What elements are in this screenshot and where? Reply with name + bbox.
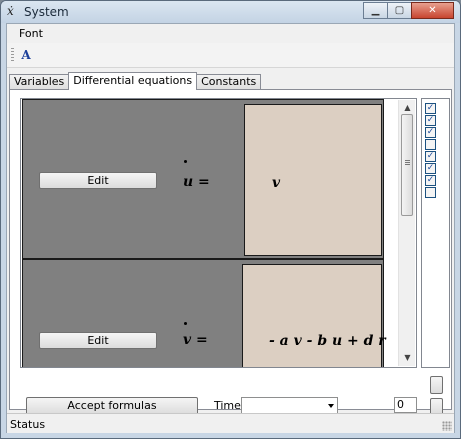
title-bar[interactable]: ẋ System ▁ ▢ ✕ bbox=[1, 1, 460, 23]
time-label: Time bbox=[214, 399, 241, 412]
maximize-button[interactable]: ▢ bbox=[387, 2, 412, 19]
equation-block: Edit v = - a v - b u + d r bbox=[22, 259, 386, 367]
equation-lhs: v = bbox=[183, 332, 208, 348]
tab-constants[interactable]: Constants bbox=[196, 74, 262, 90]
scroll-down-icon[interactable]: ▼ bbox=[399, 350, 416, 366]
menu-font[interactable]: Font bbox=[19, 27, 43, 40]
checkbox-checked[interactable]: ✓ bbox=[425, 175, 436, 186]
equation-checklist: ✓ ✓ ✓ ✓ ✓ ✓ bbox=[421, 98, 450, 368]
formula-panel: v bbox=[244, 104, 382, 256]
checkbox-checked[interactable]: ✓ bbox=[425, 115, 436, 126]
derivative-dot-icon bbox=[184, 322, 187, 325]
close-button[interactable]: ✕ bbox=[411, 2, 454, 19]
toolbar-grip-icon[interactable] bbox=[11, 48, 14, 62]
app-icon: ẋ bbox=[7, 4, 14, 18]
formula-panel: - a v - b u + d r bbox=[242, 264, 386, 367]
equations-scroll-area[interactable]: Edit u = v Edit v = - a v - b u + d r ▲ … bbox=[20, 98, 417, 368]
status-text: Status bbox=[10, 418, 46, 431]
tab-differential-equations[interactable]: Differential equations bbox=[68, 72, 198, 90]
equation-rhs: - a v - b u + d r bbox=[269, 333, 386, 349]
tab-page-differential-equations: Edit u = v Edit v = - a v - b u + d r ▲ … bbox=[9, 89, 452, 416]
side-button-top[interactable] bbox=[430, 376, 443, 394]
caption-buttons: ▁ ▢ ✕ bbox=[363, 2, 454, 19]
derivative-dot-icon bbox=[184, 160, 187, 163]
menu-bar: Font bbox=[7, 24, 454, 43]
checkbox-checked[interactable]: ✓ bbox=[425, 103, 436, 114]
client-area: Font A Variables Differential equations … bbox=[6, 23, 455, 433]
window-title: System bbox=[24, 5, 69, 19]
toolbar: A bbox=[7, 43, 454, 68]
equation-lhs: u = bbox=[183, 174, 210, 190]
checkbox-checked[interactable]: ✓ bbox=[425, 127, 436, 138]
edit-button[interactable]: Edit bbox=[39, 172, 157, 189]
checkbox-unchecked[interactable] bbox=[425, 139, 436, 150]
vertical-scrollbar[interactable]: ▲ ▼ bbox=[398, 100, 415, 366]
dropdown-arrow-icon[interactable] bbox=[328, 404, 334, 408]
resize-grip-icon[interactable] bbox=[442, 421, 452, 431]
minimize-button[interactable]: ▁ bbox=[363, 2, 388, 19]
tab-strip: Variables Differential equations Constan… bbox=[9, 72, 262, 90]
edit-button[interactable]: Edit bbox=[39, 332, 157, 349]
status-bar: Status bbox=[7, 413, 454, 433]
equation-block: Edit u = v bbox=[22, 99, 384, 259]
equation-rhs: v bbox=[272, 175, 281, 191]
tab-variables[interactable]: Variables bbox=[9, 74, 70, 90]
checkbox-unchecked[interactable] bbox=[425, 187, 436, 198]
font-icon[interactable]: A bbox=[17, 46, 35, 64]
scroll-thumb[interactable] bbox=[401, 114, 413, 216]
checkbox-checked[interactable]: ✓ bbox=[425, 151, 436, 162]
system-window: ẋ System ▁ ▢ ✕ Font A Variables Differen… bbox=[0, 0, 461, 439]
numeric-value-field[interactable]: 0 bbox=[394, 397, 417, 413]
checkbox-checked[interactable]: ✓ bbox=[425, 163, 436, 174]
